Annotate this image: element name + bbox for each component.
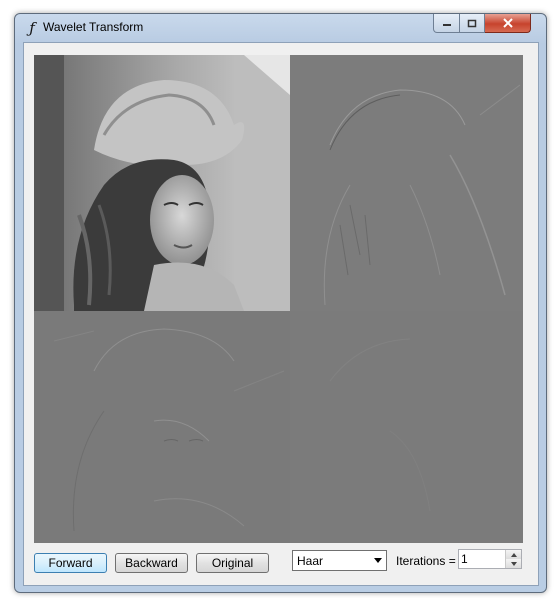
close-icon: [502, 18, 513, 28]
client-area: Forward Backward Original Haar Iteration…: [23, 42, 539, 586]
minimize-icon: [442, 24, 451, 26]
maximize-button[interactable]: [460, 14, 485, 33]
caption-buttons: [433, 14, 531, 33]
backward-button[interactable]: Backward: [115, 553, 188, 573]
minimize-button[interactable]: [433, 14, 460, 33]
diagonal-detail-image: [329, 338, 431, 512]
vertical-detail-image: [53, 328, 285, 532]
horizontal-detail-quadrant: [290, 55, 523, 311]
arrow-up-icon: [510, 552, 517, 557]
horizontal-detail-image: [323, 84, 521, 306]
vertical-detail-quadrant: [34, 311, 290, 543]
decrement-button[interactable]: [505, 559, 521, 568]
forward-button[interactable]: Forward: [34, 553, 107, 573]
image-canvas[interactable]: [34, 55, 523, 543]
chevron-down-icon: [374, 558, 382, 563]
iterations-input[interactable]: [461, 551, 505, 567]
portrait-image: [34, 55, 290, 311]
window-title: Wavelet Transform: [43, 20, 144, 34]
wavelet-select[interactable]: Haar: [292, 550, 387, 571]
increment-button[interactable]: [505, 550, 521, 559]
iterations-label: Iterations =: [396, 554, 456, 568]
close-button[interactable]: [485, 14, 531, 33]
app-window: ƒ Wavelet Transform Forward Backward Ori…: [14, 13, 547, 593]
arrow-down-icon: [510, 561, 517, 566]
title-bar[interactable]: ƒ Wavelet Transform: [15, 14, 546, 42]
approximation-quadrant: [34, 55, 290, 311]
function-icon: ƒ: [29, 19, 35, 37]
original-button[interactable]: Original: [196, 553, 269, 573]
diagonal-detail-quadrant: [290, 311, 523, 543]
wavelet-selected-value: Haar: [297, 554, 324, 568]
maximize-icon: [467, 19, 477, 27]
iterations-stepper[interactable]: [458, 549, 522, 569]
